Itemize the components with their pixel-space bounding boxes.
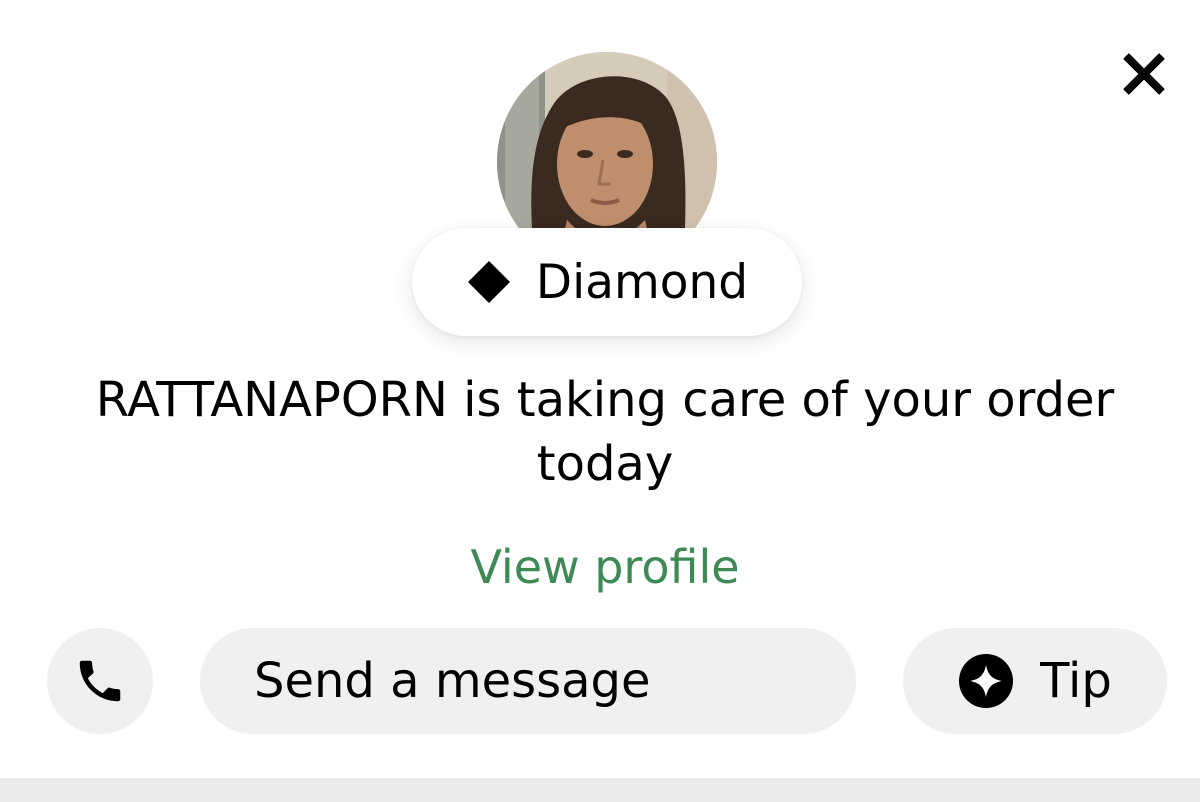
call-button[interactable] xyxy=(47,628,153,734)
phone-icon xyxy=(79,660,121,702)
send-message-label: Send a message xyxy=(254,653,651,709)
send-message-button[interactable]: Send a message xyxy=(200,628,856,734)
tip-button[interactable]: Tip xyxy=(903,628,1167,734)
sparkle-icon xyxy=(959,654,1014,708)
view-profile-link[interactable]: View profile xyxy=(400,540,810,594)
tier-label: Diamond xyxy=(535,254,749,310)
close-icon xyxy=(1123,53,1165,95)
view-profile-label: View profile xyxy=(470,540,740,594)
diamond-icon xyxy=(467,261,510,303)
tip-label: Tip xyxy=(1040,653,1112,709)
courier-info-sheet: Diamond RATTANAPORN is taking care of yo… xyxy=(0,0,1200,802)
close-button[interactable] xyxy=(1112,42,1176,106)
courier-tier-badge: Diamond xyxy=(412,228,802,336)
courier-headline: RATTANAPORN is taking care of your order… xyxy=(95,372,1115,492)
bottom-divider xyxy=(0,778,1200,802)
